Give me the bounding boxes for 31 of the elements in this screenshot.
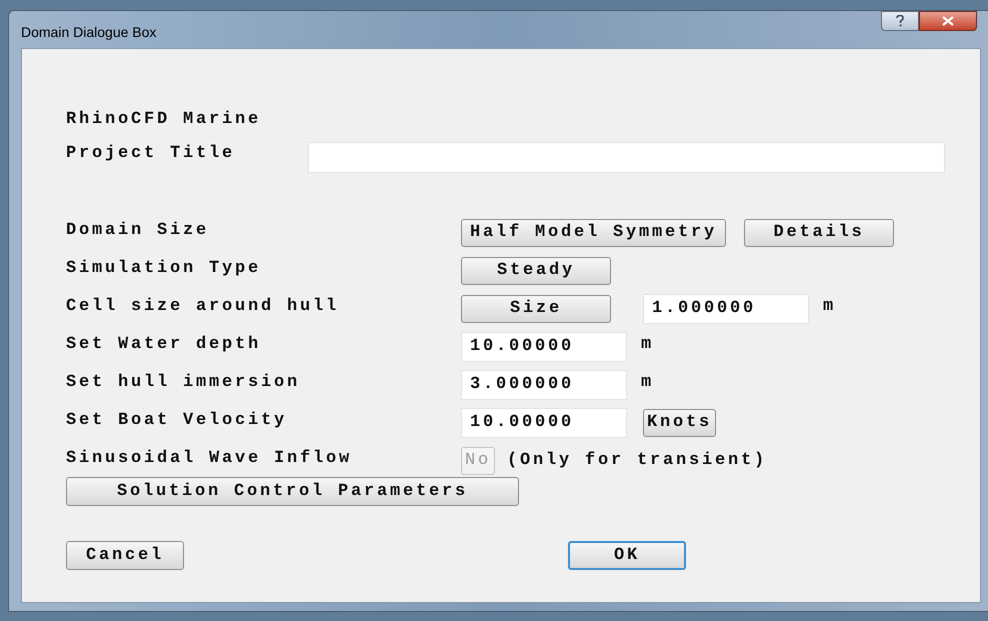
help-icon — [896, 15, 904, 27]
field-label: Set hull immersion — [66, 372, 302, 394]
option-button[interactable]: Knots — [643, 409, 716, 437]
app-heading: RhinoCFD Marine — [66, 109, 262, 131]
field-label: Sinusoidal Wave Inflow — [66, 448, 354, 470]
note-text: (Only for transient) — [507, 450, 768, 472]
dialog-button[interactable]: OK — [568, 541, 686, 570]
field-label: Project Title — [66, 143, 236, 165]
number-field[interactable]: 1.000000 — [643, 294, 809, 324]
field-label: Simulation Type — [66, 258, 262, 280]
close-button[interactable] — [919, 11, 977, 31]
field-label: Set Water depth — [66, 334, 262, 356]
number-field[interactable]: 3.000000 — [461, 370, 627, 400]
unit-label: m — [641, 334, 654, 356]
field-label: Domain Size — [66, 220, 210, 242]
window-title: Domain Dialogue Box — [21, 23, 156, 42]
unit-label: m — [641, 372, 654, 394]
number-field[interactable]: 10.00000 — [461, 408, 627, 438]
option-button[interactable]: Steady — [461, 257, 611, 285]
solution-control-button[interactable]: Solution Control Parameters — [66, 477, 519, 506]
option-button[interactable]: Details — [744, 219, 894, 247]
close-icon — [942, 16, 954, 26]
field-label: Cell size around hull — [66, 296, 340, 318]
project-title-field[interactable] — [308, 142, 945, 172]
unit-label: m — [823, 296, 836, 318]
field-label: Set Boat Velocity — [66, 410, 288, 432]
number-field[interactable]: 10.00000 — [461, 332, 627, 362]
option-button[interactable]: Size — [461, 295, 611, 323]
help-button[interactable] — [881, 11, 919, 31]
option-button[interactable]: Half Model Symmetry — [461, 219, 726, 247]
dialog-button[interactable]: Cancel — [66, 541, 184, 570]
